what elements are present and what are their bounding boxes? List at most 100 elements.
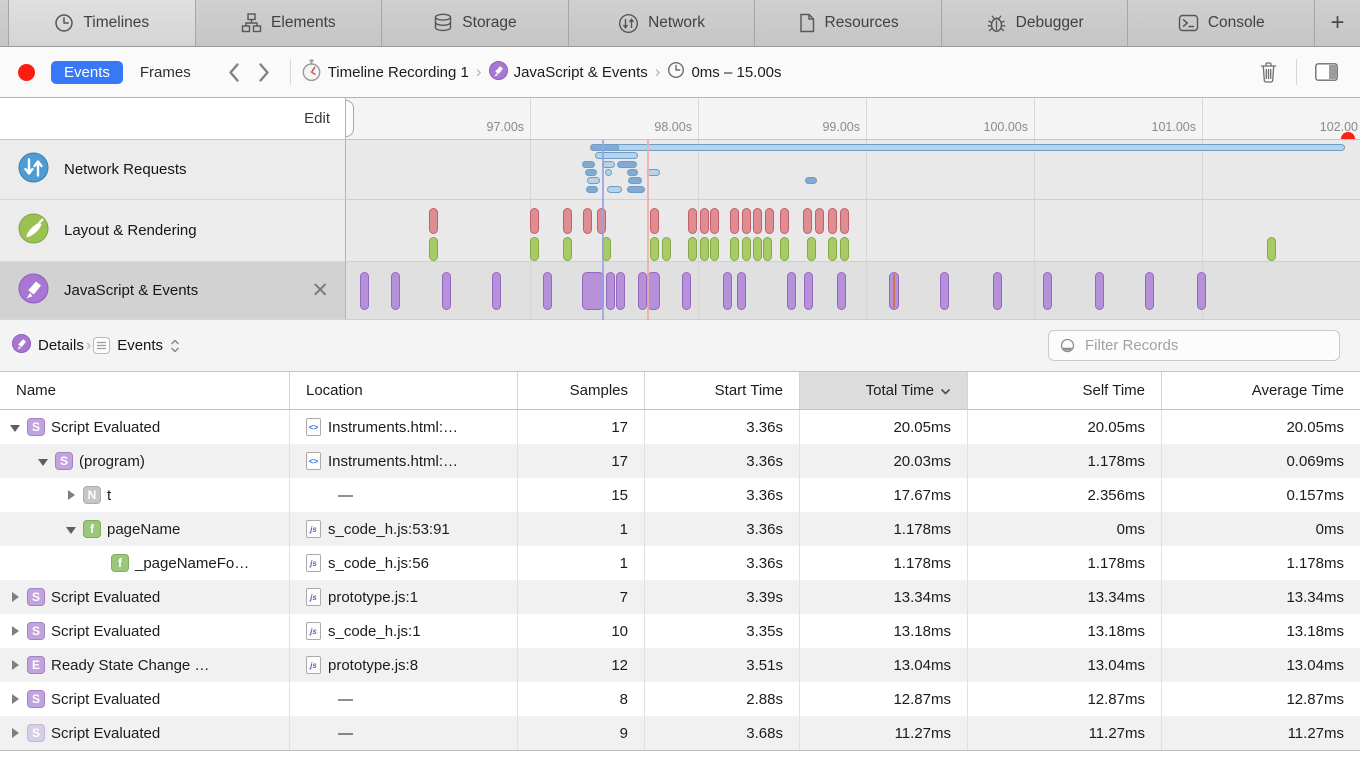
record-button[interactable] [18, 64, 35, 81]
script-record-pill[interactable] [360, 272, 369, 310]
script-record-pill[interactable] [787, 272, 796, 310]
filter-records-input[interactable] [1083, 336, 1328, 355]
timeline-row-sidebar[interactable]: Network Requests [0, 140, 346, 200]
paint-record-pill[interactable] [742, 237, 751, 261]
paint-record-pill[interactable] [563, 237, 572, 261]
paint-record-pill[interactable] [807, 237, 816, 261]
table-row[interactable]: SScript Evaluatedjss_code_h.js:1103.35s1… [0, 614, 1360, 648]
column-header-samples[interactable]: Samples [518, 372, 645, 409]
column-header-location[interactable]: Location [290, 372, 518, 409]
script-record-pill[interactable] [682, 272, 691, 310]
script-record-pill[interactable] [492, 272, 501, 310]
column-header-total-time[interactable]: Total Time [800, 372, 968, 409]
breadcrumb-item[interactable]: 0ms – 15.00s [667, 61, 781, 83]
network-request-bar[interactable] [607, 186, 622, 193]
tab-elements[interactable]: Elements [196, 0, 383, 46]
selection-range-handle[interactable] [346, 100, 354, 137]
close-timeline-button[interactable]: ✕ [311, 280, 329, 301]
segment-frames[interactable]: Frames [127, 61, 204, 84]
details-sidebar-toggle[interactable] [1307, 63, 1346, 81]
table-row[interactable]: S(program)<>Instruments.html:…173.36s20.… [0, 444, 1360, 478]
paint-record-pill[interactable] [429, 237, 438, 261]
new-tab-button[interactable]: + [1315, 0, 1360, 46]
layout-record-pill[interactable] [429, 208, 438, 234]
script-record-pill[interactable] [723, 272, 732, 310]
layout-record-pill[interactable] [730, 208, 739, 234]
layout-record-pill[interactable] [700, 208, 709, 234]
tab-debugger[interactable]: Debugger [942, 0, 1129, 46]
column-header-average-time[interactable]: Average Time [1162, 372, 1360, 409]
timeline-row-sidebar[interactable]: Layout & Rendering [0, 200, 346, 262]
script-record-pill[interactable] [940, 272, 949, 310]
network-request-bar[interactable] [627, 169, 638, 176]
script-record-pill[interactable] [1095, 272, 1104, 310]
table-row[interactable]: SScript Evaluatedjsprototype.js:173.39s1… [0, 580, 1360, 614]
layout-record-pill[interactable] [563, 208, 572, 234]
network-request-bar[interactable] [627, 186, 645, 193]
timeline-row-network-requests[interactable]: Network Requests [0, 140, 1360, 200]
clear-timeline-button[interactable] [1251, 61, 1286, 83]
details-breadcrumb-item[interactable]: Details [12, 334, 84, 357]
script-record-pill[interactable] [804, 272, 813, 310]
paint-record-pill[interactable] [700, 237, 709, 261]
tab-storage[interactable]: Storage [382, 0, 569, 46]
paint-record-pill[interactable] [688, 237, 697, 261]
script-record-pill[interactable] [442, 272, 451, 310]
breadcrumb-item[interactable]: Timeline Recording 1 [301, 59, 469, 86]
network-request-bar[interactable] [587, 177, 600, 184]
tab-network[interactable]: Network [569, 0, 756, 46]
layout-record-pill[interactable] [753, 208, 762, 234]
disclosure-triangle[interactable] [38, 456, 49, 467]
disclosure-triangle[interactable] [10, 422, 21, 433]
tab-resources[interactable]: Resources [755, 0, 942, 46]
column-header-self-time[interactable]: Self Time [968, 372, 1162, 409]
layout-record-pill[interactable] [688, 208, 697, 234]
segment-events[interactable]: Events [51, 61, 123, 84]
network-request-bar[interactable] [617, 161, 637, 168]
script-record-pill[interactable] [993, 272, 1002, 310]
network-request-bar[interactable] [585, 169, 597, 176]
paint-record-pill[interactable] [662, 237, 671, 261]
table-row[interactable]: SScript Evaluated—82.88s12.87ms12.87ms12… [0, 682, 1360, 716]
paint-record-pill[interactable] [730, 237, 739, 261]
paint-record-pill[interactable] [780, 237, 789, 261]
paint-record-pill[interactable] [530, 237, 539, 261]
layout-record-pill[interactable] [815, 208, 824, 234]
layout-record-pill[interactable] [583, 208, 592, 234]
disclosure-triangle[interactable] [10, 694, 21, 705]
script-record-pill[interactable] [1145, 272, 1154, 310]
edit-button[interactable]: Edit [304, 110, 330, 127]
script-record-pill[interactable] [543, 272, 552, 310]
network-request-bar[interactable] [610, 144, 1345, 151]
disclosure-triangle[interactable] [10, 626, 21, 637]
network-request-bar[interactable] [582, 161, 595, 168]
disclosure-triangle[interactable] [66, 490, 77, 501]
paint-record-pill[interactable] [753, 237, 762, 261]
script-record-pill[interactable] [391, 272, 400, 310]
breadcrumb-item[interactable]: JavaScript & Events [489, 61, 648, 84]
paint-record-pill[interactable] [1267, 237, 1276, 261]
timeline-row-javascript-events[interactable]: JavaScript & Events✕ [0, 262, 1360, 320]
script-record-pill[interactable] [582, 272, 604, 310]
paint-record-pill[interactable] [840, 237, 849, 261]
script-record-pill[interactable] [1043, 272, 1052, 310]
script-record-pill[interactable] [837, 272, 846, 310]
paint-record-pill[interactable] [763, 237, 772, 261]
layout-record-pill[interactable] [765, 208, 774, 234]
column-header-name[interactable]: Name [0, 372, 290, 409]
tab-console[interactable]: Console [1128, 0, 1315, 46]
timeline-ruler[interactable]: 97.00s98.00s99.00s100.00s101.00s102.00 [346, 98, 1360, 140]
paint-record-pill[interactable] [710, 237, 719, 261]
tab-timelines[interactable]: Timelines [8, 0, 196, 46]
network-request-bar[interactable] [586, 186, 598, 193]
script-record-pill[interactable] [606, 272, 615, 310]
layout-record-pill[interactable] [840, 208, 849, 234]
script-record-pill[interactable] [1197, 272, 1206, 310]
forward-button[interactable] [249, 62, 280, 83]
disclosure-triangle[interactable] [10, 728, 21, 739]
timeline-row-sidebar[interactable]: JavaScript & Events✕ [0, 262, 346, 320]
table-row[interactable]: EReady State Change …jsprototype.js:8123… [0, 648, 1360, 682]
layout-record-pill[interactable] [742, 208, 751, 234]
table-row[interactable]: fpageNamejss_code_h.js:53:9113.36s1.178m… [0, 512, 1360, 546]
network-request-bar[interactable] [628, 177, 642, 184]
